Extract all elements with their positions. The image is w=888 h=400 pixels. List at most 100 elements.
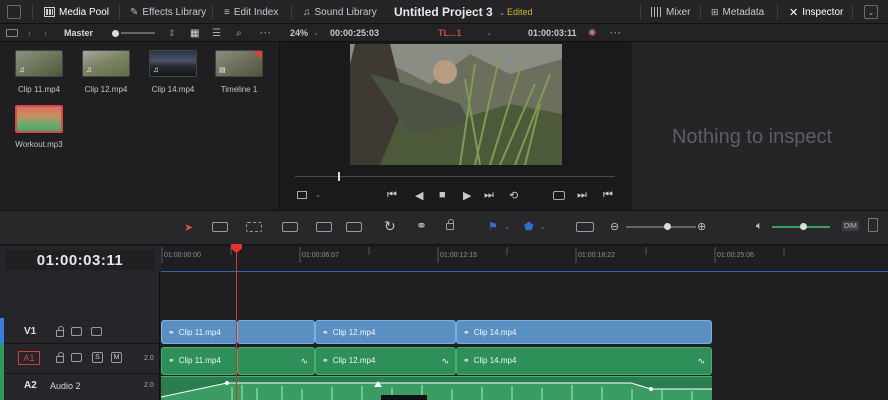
trim-edit-icon[interactable] [212, 220, 228, 234]
forward-arrow-icon[interactable]: › [44, 24, 47, 42]
blade-edit-icon[interactable] [246, 220, 262, 234]
thumbnail-size-slider[interactable] [112, 24, 155, 42]
timeline-audio-clip-continuation[interactable]: ∿ [237, 347, 315, 375]
media-clip-workout[interactable]: Workout.mp3 [14, 105, 64, 149]
position-lock-icon[interactable] [446, 218, 454, 233]
inspector-button[interactable]: ✕ Inspector [789, 0, 843, 24]
media-clip-clip-12[interactable]: ♫ Clip 12.mp4 [81, 50, 131, 94]
replace-clip-icon[interactable] [346, 220, 362, 234]
collapse-chevron-icon[interactable]: ⌄ [864, 5, 878, 19]
timeline-audio-clip[interactable]: ⚭ Clip 12.mp4 ∿ [315, 347, 456, 375]
auto-select-icon[interactable] [71, 327, 82, 336]
viewer-options-icon[interactable]: ··· [610, 24, 622, 42]
media-clip-clip-11[interactable]: ♫ Clip 11.mp4 [14, 50, 64, 94]
timeline-audio-clip-workout[interactable] [161, 376, 712, 400]
timeline-thumbnail: ▤ [215, 50, 263, 77]
lock-icon[interactable] [56, 352, 64, 363]
back-arrow-icon[interactable]: ‹ [28, 24, 31, 42]
channel-format: 2.0 [144, 355, 154, 362]
color-wheel-icon[interactable]: ✺ [588, 24, 596, 42]
timeline-zoom-track[interactable] [626, 226, 696, 228]
timeline-ruler[interactable]: 01:00:00:00 01:00:06:07 01:00:12:15 01:0… [161, 247, 888, 272]
track-name: A2 [24, 380, 37, 391]
timeline-video-clip[interactable]: ⚭ Clip 11.mp4 [161, 320, 237, 344]
flag-chevron-icon[interactable]: ⌄ [504, 220, 510, 234]
flag-icon[interactable]: ⚑ [488, 219, 498, 233]
timeline-chevron-icon[interactable]: ⌄ [486, 24, 492, 42]
list-view-icon[interactable]: ☰ [212, 24, 221, 42]
overwrite-clip-icon[interactable] [316, 220, 332, 234]
clip-thumbnail: ♫ [82, 50, 130, 77]
selection-mode-icon[interactable]: ➤ [184, 220, 193, 234]
search-icon[interactable]: ⌕ [236, 24, 242, 42]
media-clip-clip-14[interactable]: ♫ Clip 14.mp4 [148, 50, 198, 94]
loop-icon[interactable]: ⟲ [509, 188, 518, 202]
volume-handle[interactable] [800, 223, 807, 230]
auto-select-icon[interactable] [71, 353, 82, 362]
sound-library-button[interactable]: ♫ Sound Library [303, 0, 377, 24]
zoom-chevron-icon[interactable]: ⌄ [313, 24, 319, 42]
link-icon: ⚭ [322, 356, 329, 365]
speaker-icon[interactable]: 🔈︎ [756, 219, 763, 233]
marker-icon[interactable]: ⬟ [524, 219, 534, 233]
timeline-view-options-icon[interactable] [576, 220, 594, 234]
timeline-panel-toggle-icon[interactable] [868, 218, 878, 232]
safe-area-icon[interactable] [297, 188, 307, 202]
viewer-scrub-bar[interactable] [295, 176, 615, 177]
timeline-name[interactable]: TL...1 [438, 24, 462, 42]
solo-button[interactable]: S [92, 352, 103, 363]
workspace-toggle-icon[interactable] [7, 5, 21, 19]
more-options-icon[interactable]: ··· [260, 24, 272, 42]
metadata-button[interactable]: ⊞ Metadata [711, 0, 764, 24]
edit-index-button[interactable]: ≡ Edit Index [224, 0, 278, 24]
channel-format: 2.0 [144, 382, 154, 389]
insert-clip-icon[interactable] [282, 220, 298, 234]
timeline-audio-clip[interactable]: ⚭ Clip 14.mp4 ∿ [456, 347, 712, 375]
zoom-out-icon[interactable]: ⊖ [610, 219, 619, 233]
mark-out-icon[interactable]: ⏮ [603, 188, 613, 202]
track-color-bar [0, 318, 4, 344]
timeline-video-clip[interactable]: ⚭ Clip 12.mp4 [315, 320, 456, 344]
marker-chevron-icon[interactable]: ⌄ [540, 220, 546, 234]
timeline-zoom-handle[interactable] [664, 223, 671, 230]
play-reverse-icon[interactable]: ◀ [415, 188, 423, 202]
bin-list-toggle-icon[interactable] [6, 24, 18, 42]
mute-button[interactable]: M [111, 352, 122, 363]
ruler-tick-marks [161, 247, 785, 263]
edited-status: Edited [507, 7, 533, 17]
effects-library-button[interactable]: ✎ Effects Library [130, 0, 206, 24]
top-bar: Media Pool ✎ Effects Library ≡ Edit Inde… [0, 0, 888, 24]
lock-icon[interactable] [56, 326, 64, 337]
music-note-icon: ♫ [303, 6, 311, 18]
mixer-button[interactable]: Mixer [651, 0, 690, 24]
viewer-zoom[interactable]: 24% [290, 24, 308, 42]
dim-button[interactable]: DIM [842, 221, 859, 231]
safe-area-chevron-icon[interactable]: ⌄ [315, 188, 321, 202]
playhead-line[interactable] [236, 250, 237, 400]
media-pool-button[interactable]: Media Pool [44, 0, 109, 24]
mark-in-icon[interactable]: ⏭ [577, 188, 587, 202]
thumbnail-view-icon[interactable]: ▦ [190, 24, 199, 42]
timeline-video-clip[interactable]: ⚭ Clip 14.mp4 [456, 320, 712, 344]
viewer-scrub-handle[interactable] [338, 172, 340, 181]
timeline-audio-clip[interactable]: ⚭ Clip 11.mp4 [161, 347, 237, 375]
stop-icon[interactable]: ■ [439, 188, 446, 202]
media-clip-timeline-1[interactable]: ▤ Timeline 1 [214, 50, 264, 94]
track-enable-icon[interactable] [91, 327, 102, 336]
sort-icon[interactable]: ⇕ [168, 24, 176, 42]
timeline-video-clip-continuation[interactable] [237, 320, 315, 344]
linked-selection-icon[interactable]: ⚭ [416, 218, 427, 233]
jump-to-end-icon[interactable]: ⏭ [484, 188, 494, 202]
snapping-icon[interactable]: ↻ [384, 218, 396, 234]
video-frame[interactable] [350, 44, 562, 165]
jump-to-start-icon[interactable]: ⏮ [387, 188, 397, 202]
link-icon: ⚭ [463, 327, 470, 337]
track-title: Audio 2 [50, 381, 81, 391]
track-name[interactable]: A1 [18, 351, 40, 365]
project-title[interactable]: Untitled Project 3 ⌄ [394, 0, 505, 24]
track-headers: V1 A1 S M 2.0 A2 Audio 2 2.0 [0, 272, 160, 400]
effects-wand-icon: ✎ [130, 6, 139, 18]
zoom-in-icon[interactable]: ⊕ [697, 219, 706, 233]
match-frame-icon[interactable] [553, 188, 565, 202]
play-icon[interactable]: ▶ [463, 188, 471, 202]
